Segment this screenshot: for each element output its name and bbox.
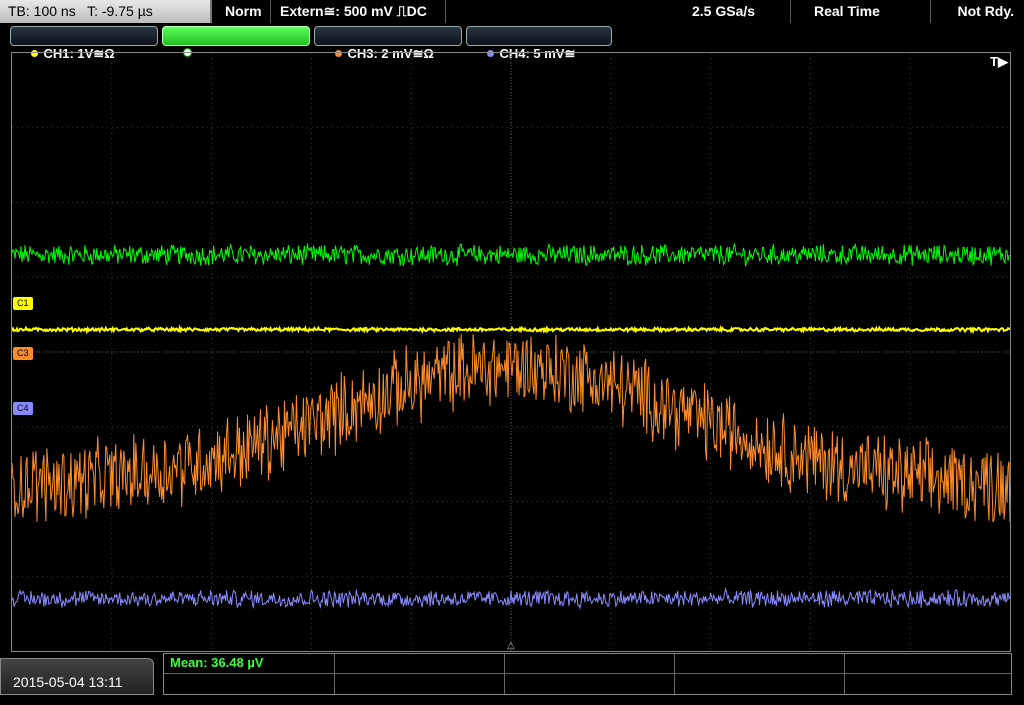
tab-ch2[interactable]: CH2: 5 mV≅Ω [162, 26, 310, 61]
sample-rate[interactable]: 2.5 GSa/s [692, 0, 755, 23]
acquisition-mode[interactable]: Norm [225, 0, 262, 23]
realtime-mode[interactable]: Real Time [814, 0, 880, 23]
waveform-ch2 [12, 242, 1010, 267]
status-divider [270, 0, 271, 23]
mean-measurement: Mean: 36.48 µV [170, 655, 264, 670]
waveform-ch1 [12, 324, 1010, 335]
trigger-time-marker-icon: △ [507, 640, 515, 651]
status-divider [930, 0, 931, 23]
trigger-position-icon: T▶ [990, 54, 1008, 69]
measurement-cell [504, 654, 675, 694]
measurement-cell [674, 654, 845, 694]
measurement-panel[interactable]: Mean: 36.48 µV [163, 653, 1012, 695]
channel-tabs: CH1: 1V≅Ω CH2: 5 mV≅Ω CH3: 2 mV≅Ω CH4: 5… [0, 26, 1024, 61]
c1-offset-marker[interactable]: C1 [13, 297, 33, 310]
tab-ch4[interactable]: CH4: 5 mV≅ [466, 26, 612, 61]
ready-status: Not Rdy. [957, 3, 1014, 19]
c4-offset-marker[interactable]: C4 [13, 402, 33, 415]
c3-offset-marker[interactable]: C3 [13, 347, 33, 360]
datetime: 2015-05-04 13:11 [0, 658, 154, 695]
measurement-cell [334, 654, 505, 694]
waveform-display[interactable] [11, 52, 1011, 652]
waveform-svg [12, 53, 1010, 651]
tab-ch3[interactable]: CH3: 2 mV≅Ω [314, 26, 462, 61]
status-divider [790, 0, 791, 23]
trigger-readout[interactable]: Extern≅: 500 mV ⎍DC [280, 0, 427, 23]
timebase-readout[interactable]: TB: 100 ns T: -9.75 µs [0, 0, 212, 23]
tab-ch1[interactable]: CH1: 1V≅Ω [10, 26, 158, 61]
status-divider [445, 0, 446, 23]
status-bar: TB: 100 ns T: -9.75 µs Norm Extern≅: 500… [0, 0, 1024, 24]
